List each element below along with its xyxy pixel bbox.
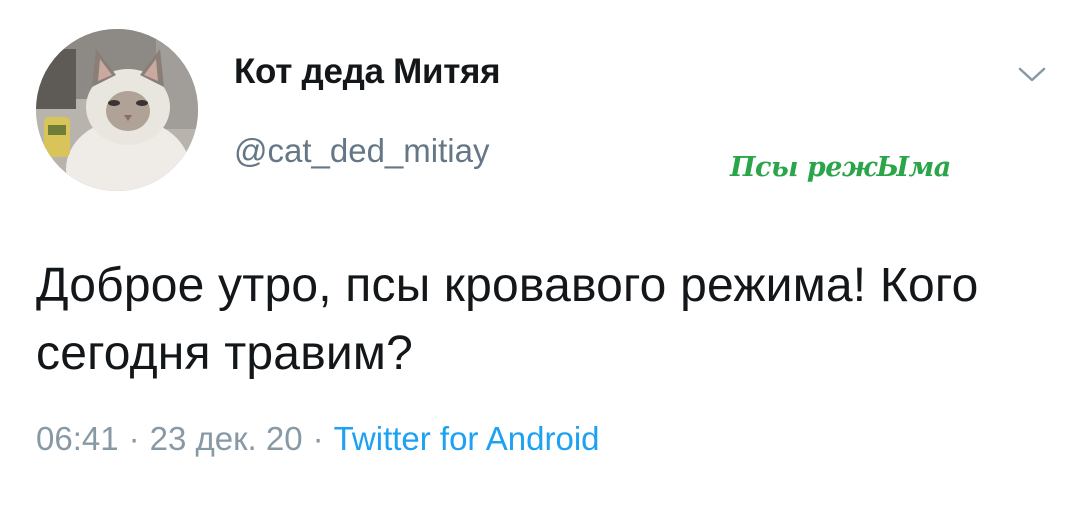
meta-separator: · xyxy=(128,420,140,457)
tweet-source-link[interactable]: Twitter for Android xyxy=(334,420,600,457)
avatar[interactable] xyxy=(36,29,198,191)
tweet-text: Доброе утро, псы кровавого режима! Кого … xyxy=(36,259,979,380)
chevron-down-icon-glyph xyxy=(1018,67,1046,82)
tweet-date[interactable]: 23 дек. 20 xyxy=(150,420,303,457)
author-display-name[interactable]: Кот деда Митяя xyxy=(234,52,501,92)
tweet-metadata: 06:41 · 23 дек. 20 · Twitter for Android xyxy=(36,420,600,458)
tweet-time[interactable]: 06:41 xyxy=(36,420,119,457)
tweet-card: Кот деда Митяя @cat_ded_mitiay Псы режЫм… xyxy=(0,0,1080,507)
author-handle[interactable]: @cat_ded_mitiay xyxy=(234,132,489,170)
chevron-down-icon[interactable] xyxy=(1010,60,1054,90)
meta-separator: · xyxy=(312,420,324,457)
watermark-signature: Псы режЫма xyxy=(730,152,951,183)
cat-avatar-image xyxy=(36,29,198,191)
